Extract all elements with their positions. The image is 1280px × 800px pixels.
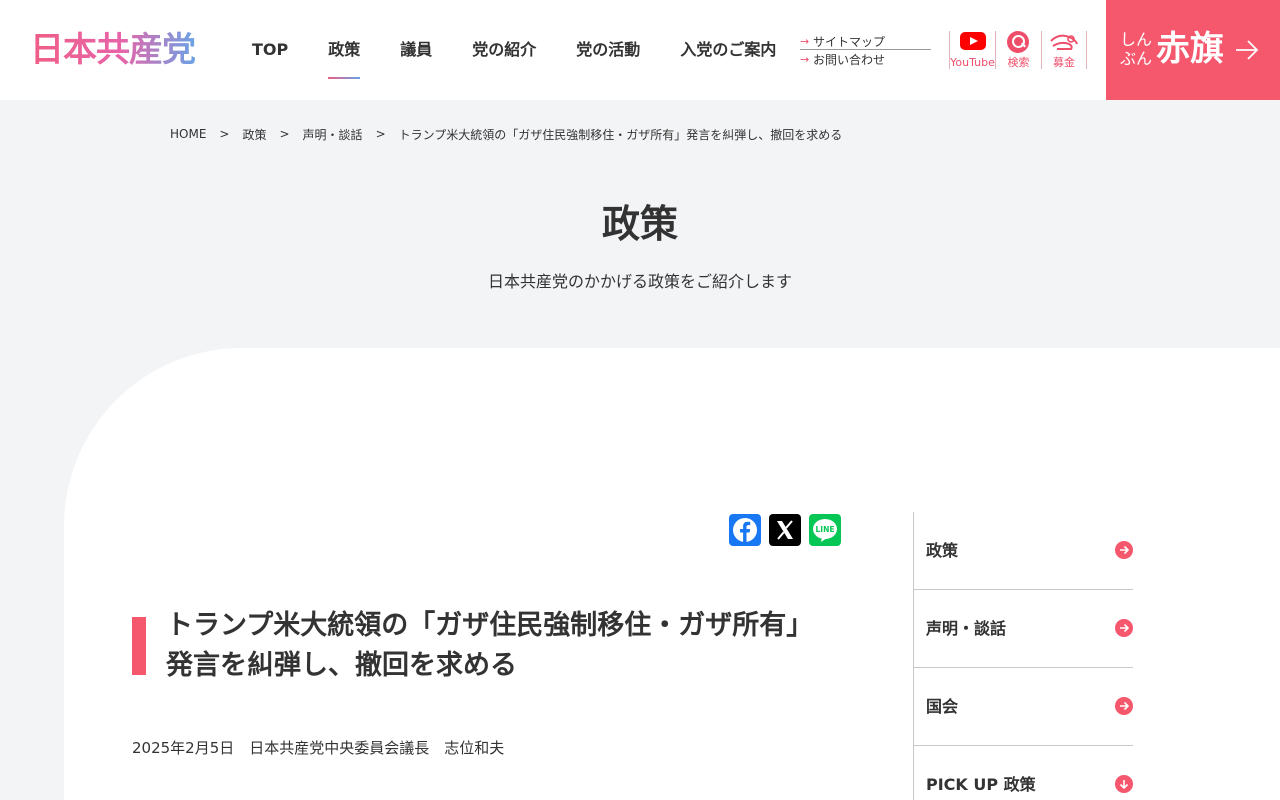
breadcrumb-home[interactable]: HOME bbox=[170, 127, 206, 141]
nav-item-members[interactable]: 議員 bbox=[380, 0, 452, 100]
arrow-right-icon bbox=[1236, 40, 1259, 60]
arrow-down-icon bbox=[1115, 775, 1133, 793]
arrow-right-icon: → bbox=[800, 34, 810, 48]
akahata-banner-link[interactable]: しんぶん 赤旗 bbox=[1106, 0, 1280, 100]
breadcrumb-separator: > bbox=[219, 127, 230, 141]
side-item-label: 国会 bbox=[926, 697, 959, 716]
x-share-button[interactable] bbox=[769, 514, 801, 546]
line-share-button[interactable]: LINE bbox=[809, 514, 841, 546]
page-subtitle: 日本共産党のかかげる政策をご紹介します bbox=[487, 272, 792, 291]
nav-item-top[interactable]: TOP bbox=[232, 0, 308, 100]
header-sublinks: → サイトマップ → お問い合わせ bbox=[800, 33, 931, 68]
article-title: トランプ米大統領の「ガザ住民強制移住・ガザ所有」 発言を糾弾し、撤回を求める bbox=[166, 606, 852, 686]
breadcrumb-separator: > bbox=[375, 127, 386, 141]
x-icon bbox=[777, 520, 793, 540]
search-label: 検索 bbox=[1007, 56, 1030, 69]
nav-item-about[interactable]: 党の紹介 bbox=[452, 0, 556, 100]
sitemap-link[interactable]: → サイトマップ bbox=[800, 33, 931, 50]
sitemap-label: サイトマップ bbox=[813, 34, 886, 49]
share-buttons: LINE bbox=[729, 514, 841, 546]
donate-button[interactable]: 募金 bbox=[1041, 31, 1087, 69]
side-item-pickup[interactable]: PICK UP 政策 bbox=[914, 746, 1133, 800]
line-icon-label: LINE bbox=[816, 525, 835, 534]
article-title-block: トランプ米大統領の「ガザ住民強制移住・ガザ所有」 発言を糾弾し、撤回を求める bbox=[132, 606, 852, 686]
nav-item-activities[interactable]: 党の活動 bbox=[556, 0, 660, 100]
arrow-right-icon: → bbox=[800, 53, 810, 66]
facebook-icon bbox=[733, 518, 757, 542]
search-button[interactable]: 検索 bbox=[995, 31, 1041, 69]
side-item-label: 声明・談話 bbox=[926, 619, 1007, 638]
site-logo[interactable]: 日本共産党 bbox=[30, 30, 196, 70]
search-icon bbox=[1007, 31, 1029, 53]
arrow-right-icon bbox=[1115, 619, 1133, 637]
contact-link[interactable]: → お問い合わせ bbox=[800, 51, 931, 68]
breadcrumb: HOME > 政策 > 声明・談話 > トランプ米大統領の「ガザ住民強制移住・ガ… bbox=[170, 126, 842, 142]
main-nav: TOP 政策 議員 党の紹介 党の活動 入党のご案内 bbox=[232, 0, 796, 100]
line-icon: LINE bbox=[813, 519, 837, 542]
breadcrumb-current: トランプ米大統領の「ガザ住民強制移住・ガザ所有」発言を糾弾し、撤回を求める bbox=[398, 127, 843, 142]
side-menu: 政策 声明・談話 国会 PICK UP 政策 bbox=[913, 512, 1133, 800]
akahata-title: 赤旗 bbox=[1156, 29, 1224, 69]
youtube-label: YouTube bbox=[950, 56, 995, 69]
side-item-statements[interactable]: 声明・談話 bbox=[914, 590, 1133, 668]
youtube-button[interactable]: YouTube bbox=[949, 31, 995, 69]
facebook-share-button[interactable] bbox=[729, 514, 761, 546]
youtube-icon bbox=[960, 32, 986, 50]
donate-icon bbox=[1050, 34, 1078, 50]
article-title-line-1: トランプ米大統領の「ガザ住民強制移住・ガザ所有」 bbox=[166, 610, 814, 641]
arrow-right-icon bbox=[1115, 697, 1133, 715]
side-item-policy[interactable]: 政策 bbox=[914, 512, 1133, 590]
breadcrumb-separator: > bbox=[279, 127, 290, 141]
breadcrumb-policy[interactable]: 政策 bbox=[242, 126, 266, 143]
article-title-line-2: 発言を糾弾し、撤回を求める bbox=[166, 650, 517, 681]
side-item-label: PICK UP 政策 bbox=[926, 775, 1036, 794]
donate-label: 募金 bbox=[1053, 56, 1075, 69]
contact-label: お問い合わせ bbox=[813, 53, 886, 67]
breadcrumb-statements[interactable]: 声明・談話 bbox=[303, 126, 363, 143]
nav-item-policy[interactable]: 政策 bbox=[308, 0, 380, 100]
site-header: 日本共産党 TOP 政策 議員 党の紹介 党の活動 入党のご案内 → サイトマッ… bbox=[0, 0, 1280, 100]
article-meta: 2025年2月5日 日本共産党中央委員会議長 志位和夫 bbox=[132, 739, 505, 757]
side-item-label: 政策 bbox=[926, 541, 959, 560]
nav-item-join[interactable]: 入党のご案内 bbox=[660, 0, 796, 100]
page-title: 政策 bbox=[601, 202, 678, 246]
arrow-right-icon bbox=[1115, 541, 1133, 559]
akahata-small-label: しんぶん bbox=[1120, 30, 1153, 68]
side-item-diet[interactable]: 国会 bbox=[914, 668, 1133, 746]
